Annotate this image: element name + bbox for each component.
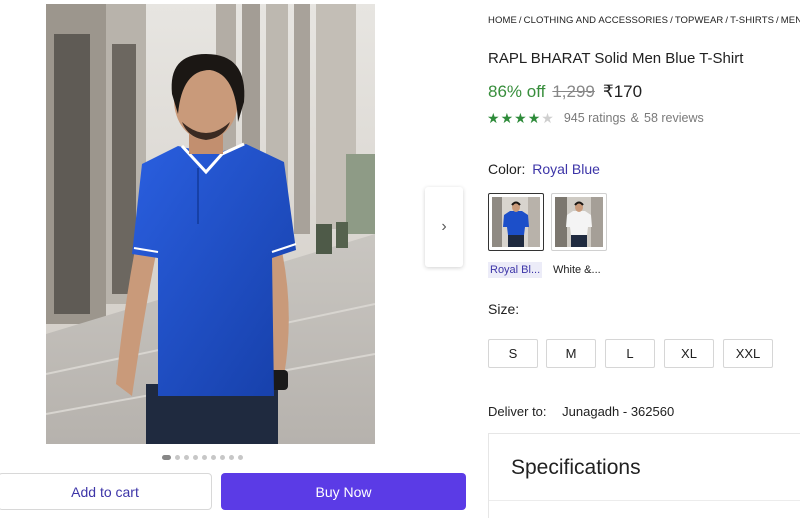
specifications-section: Specifications (488, 433, 800, 518)
buy-now-button[interactable]: Buy Now (221, 473, 466, 510)
color-option-label-royal-blue[interactable]: Royal Bl... (488, 262, 543, 278)
star-icon: ★ (500, 110, 514, 126)
size-label: Size: (488, 301, 520, 317)
breadcrumb-separator: / (670, 15, 673, 26)
specifications-divider (489, 500, 800, 501)
swatch-image-white (555, 197, 603, 247)
breadcrumb-separator: / (518, 15, 522, 26)
product-title: RAPL BHARAT Solid Men Blue T-Shirt (488, 50, 744, 67)
carousel-dot[interactable] (202, 454, 207, 460)
breadcrumb-item[interactable]: HOME (488, 15, 517, 26)
add-to-cart-button[interactable]: Add to cart (0, 473, 212, 510)
breadcrumb-item[interactable]: TOPWEAR (675, 15, 724, 26)
image-carousel-dots (162, 454, 243, 460)
breadcrumb: HOME / CLOTHING AND ACCESSORIES / TOPWEAR / T-… (488, 15, 800, 26)
size-option-xxl[interactable]: XXL (723, 339, 773, 368)
color-label: Color: Royal Blue (488, 161, 600, 177)
delivery-row: Deliver to: Junagadh - 362560 (488, 404, 674, 419)
product-photo (46, 4, 375, 444)
rating-separator: & (630, 111, 640, 125)
carousel-dot[interactable] (184, 454, 189, 460)
carousel-dot[interactable] (229, 454, 234, 460)
size-option-m[interactable]: M (546, 339, 596, 368)
delivery-location[interactable]: Junagadh - 362560 (562, 404, 674, 419)
star-icon: ★ (487, 110, 500, 126)
specifications-title: Specifications (511, 456, 641, 479)
reviews-count[interactable]: 58 reviews (644, 111, 704, 125)
carousel-dot[interactable] (211, 454, 216, 460)
chevron-right-icon: › (441, 218, 447, 235)
discount-percent: 86% off (488, 82, 546, 101)
color-label-text: Color: (488, 161, 526, 177)
delivery-label: Deliver to: (488, 404, 547, 419)
star-icon: ★ (527, 110, 541, 126)
size-option-xl[interactable]: XL (664, 339, 714, 368)
size-option-s[interactable]: S (488, 339, 538, 368)
color-swatch-royal-blue[interactable] (488, 193, 544, 251)
breadcrumb-item[interactable]: T-SHIRTS (730, 15, 774, 26)
next-image-button[interactable]: › (425, 187, 463, 267)
size-option-l[interactable]: L (605, 339, 655, 368)
breadcrumb-separator: / (776, 15, 779, 26)
carousel-dot[interactable] (238, 454, 243, 460)
selected-color-value: Royal Blue (532, 161, 600, 177)
star-icon: ★ (514, 110, 527, 126)
original-price: 1,299 (552, 82, 595, 101)
breadcrumb-item[interactable]: CLOTHING AND ACCESSORIES (524, 15, 668, 26)
product-main-image[interactable] (46, 4, 375, 444)
star-icon: ★ (541, 110, 554, 126)
breadcrumb-item[interactable]: MEN'S T (781, 15, 800, 26)
selling-price: ₹170 (602, 82, 643, 101)
color-option-label-white[interactable]: White &... (551, 262, 603, 278)
swatch-image-royal-blue (492, 197, 540, 247)
price-row: 86% off 1,299 ₹170 (488, 82, 642, 102)
carousel-dot[interactable] (162, 454, 171, 460)
carousel-dot[interactable] (220, 454, 225, 460)
ratings-count[interactable]: 945 ratings (564, 111, 626, 125)
carousel-dot[interactable] (175, 454, 180, 460)
rating-row: ★ ★ ★ ★ ★ 945 ratings & 58 reviews (487, 111, 704, 125)
color-swatch-white[interactable] (551, 193, 607, 251)
rating-stars: ★ ★ ★ ★ ★ (487, 111, 554, 125)
carousel-dot[interactable] (193, 454, 198, 460)
